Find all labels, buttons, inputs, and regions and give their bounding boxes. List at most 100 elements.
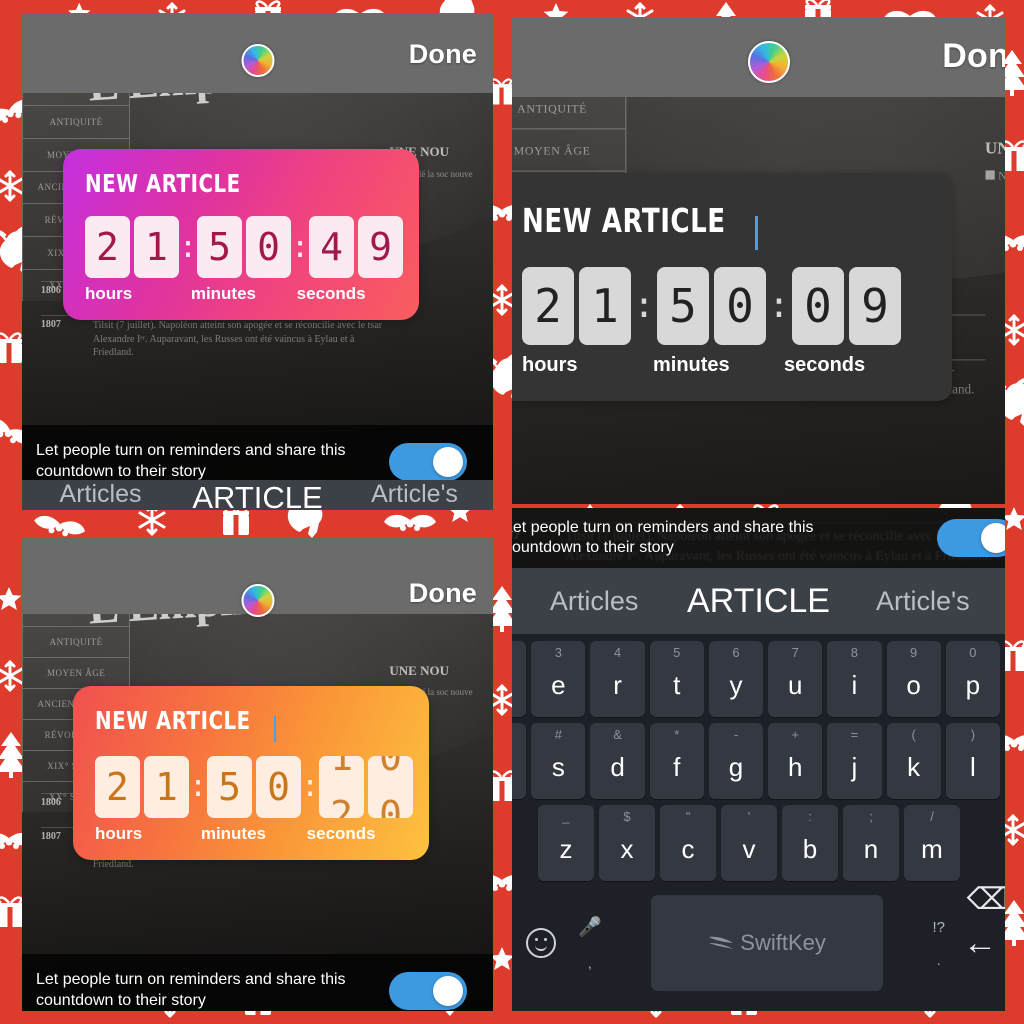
key-main-label: h (787, 751, 803, 782)
key-i[interactable]: 8i (827, 641, 882, 717)
period-key[interactable]: !? . (932, 919, 945, 968)
story-editor-toolbar: Done (22, 13, 493, 93)
key-alt-label: - (733, 727, 739, 742)
label-minutes: minutes (200, 823, 267, 843)
key-alt-label: ; (869, 809, 873, 824)
key-main-label: i (851, 669, 858, 700)
digit-cell: 5 (197, 216, 243, 278)
swiftkey-logo-icon (709, 936, 734, 949)
separator-colon: : (179, 229, 198, 265)
countdown-title-editing[interactable]: NEW ARTICLE (522, 201, 726, 240)
collage-panel-top-right: L’Empire PRÉHISTOIRE ANTIQUITÉ MOYEN ÂGE… (512, 17, 1005, 504)
key-x[interactable]: $ x (599, 805, 655, 881)
digit-cell: 2 (95, 755, 140, 818)
key-o[interactable]: 9o (886, 641, 941, 717)
label-seconds: seconds (784, 353, 866, 376)
keyboard-row-zxcv: _ z $ x " c ' v: b; n / m (538, 802, 1005, 884)
suggestion-strip-clipped: Articles ARTICLE Article's (22, 480, 493, 510)
suggestion-item-article[interactable]: ARTICLE (676, 582, 840, 621)
color-wheel-icon[interactable] (748, 41, 790, 83)
key-d[interactable]: & d (590, 723, 645, 799)
key-t[interactable]: 5t (649, 641, 704, 717)
key-c[interactable]: " c (660, 805, 716, 881)
key-w[interactable]: 2w (512, 641, 527, 717)
key-main-label: j (851, 751, 858, 782)
countdown-title[interactable]: NEW ARTICLE (85, 169, 241, 198)
label-hours: hours (95, 823, 143, 843)
backspace-icon[interactable]: ⌫ (967, 882, 1005, 917)
key-main-label: t (673, 669, 681, 700)
key-alt-label: # (554, 727, 562, 742)
key-g[interactable]: -g (708, 723, 764, 799)
key-a[interactable]: a (512, 723, 527, 799)
story-editor-toolbar: Don (512, 17, 1005, 97)
comma-key[interactable]: 🎤 , (578, 915, 602, 971)
key-u[interactable]: 7u (768, 641, 823, 717)
key-alt-label: 9 (910, 645, 918, 660)
key-k[interactable]: (k (886, 723, 941, 799)
suggestion-item[interactable]: Article's (336, 480, 493, 509)
key-f[interactable]: * f (649, 723, 704, 799)
collage-panel-bottom-left: L’Empire PRÉHISTOIRE ANTIQUITÉ MOYEN ÂGE… (22, 538, 493, 1011)
reminder-toggle[interactable] (937, 519, 1005, 557)
key-v[interactable]: ' v (721, 805, 777, 881)
key-r[interactable]: 4r (590, 641, 645, 717)
microphone-icon[interactable]: 🎤 (578, 915, 602, 939)
label-minutes: minutes (190, 284, 257, 303)
countdown-minutes-group: 5 0 (207, 755, 302, 818)
digit-cell: 0 (256, 755, 302, 818)
key-h[interactable]: + h (768, 723, 823, 799)
swiftkey-brand: SwiftKey (740, 930, 826, 955)
key-alt-label: 6 (732, 645, 740, 660)
digit-cell: 5 (207, 755, 253, 818)
reminder-toggle[interactable] (389, 442, 467, 481)
key-p[interactable]: 0p (945, 641, 1000, 717)
countdown-sticker-editing[interactable]: NEW ARTICLE 2 1 : 5 0 : 0 9 hours minute… (512, 173, 952, 401)
key-main-label: e (551, 669, 566, 700)
key-main-label: u (787, 669, 803, 700)
emoji-smiley-icon[interactable] (526, 928, 556, 958)
done-button-clipped[interactable]: Don (942, 37, 1005, 76)
reminder-bar: Let people turn on reminders and share t… (22, 954, 493, 1011)
key-n[interactable]: ; n (843, 805, 899, 881)
key-m[interactable]: / m (904, 805, 960, 881)
key-j[interactable]: = j (827, 723, 882, 799)
digit-cell: 1 (579, 266, 631, 345)
countdown-sticker-orange[interactable]: NEW ARTICLE 2 1 : 5 0 : 1 2 0 0 hours mi… (73, 686, 429, 860)
done-button[interactable]: Done (409, 39, 477, 70)
key-main-label: z (559, 833, 573, 864)
key-main-label: l (969, 751, 976, 782)
reminder-toggle[interactable] (389, 971, 467, 1010)
suggestion-item[interactable]: Articles (22, 480, 179, 509)
key-s[interactable]: # s (531, 723, 586, 799)
digit-cell: 0 (246, 216, 292, 278)
key-y[interactable]: 6y (708, 641, 764, 717)
suggestion-item-articles-possessive[interactable]: Article's (841, 586, 1005, 617)
color-wheel-icon[interactable] (241, 44, 274, 77)
key-main-label: m (921, 833, 943, 864)
suggestion-item-articles[interactable]: Articles (512, 586, 676, 617)
suggestion-item-active[interactable]: ARTICLE (179, 480, 336, 510)
label-hours: hours (522, 353, 578, 376)
countdown-hours-group: 2 1 (522, 266, 631, 345)
key-z[interactable]: _ z (538, 805, 594, 881)
spacebar-key[interactable]: SwiftKey (651, 895, 884, 991)
key-main-label: s (551, 751, 565, 782)
keyboard-row-qwerty: 2w3e4r5t6y7u8i9o0p (512, 638, 1005, 720)
countdown-digits: 2 1 : 5 0 : 0 9 (522, 266, 918, 345)
countdown-title[interactable]: NEW ARTICLE (95, 706, 251, 735)
countdown-labels: hours minutes seconds (95, 824, 407, 844)
color-wheel-icon[interactable] (241, 584, 274, 617)
done-button[interactable]: Done (409, 578, 477, 609)
key-alt-label: $ (623, 809, 631, 824)
digit-cell: 9 (849, 266, 901, 345)
countdown-seconds-group: 0 9 (792, 266, 901, 345)
key-l[interactable]: ) l (945, 723, 1000, 799)
keyboard-row-asdf: a#s&d*f-g+h=j(k)l (512, 720, 1005, 802)
punctuation-label: !? (932, 918, 945, 936)
countdown-sticker-pink[interactable]: NEW ARTICLE 2 1 : 5 0 : 4 9 hours minute… (63, 149, 419, 320)
key-b[interactable]: :b (782, 805, 838, 881)
key-e[interactable]: 3e (531, 641, 586, 717)
digit-cell: 0 (792, 266, 844, 345)
enter-arrow-icon[interactable]: ← (963, 926, 997, 960)
